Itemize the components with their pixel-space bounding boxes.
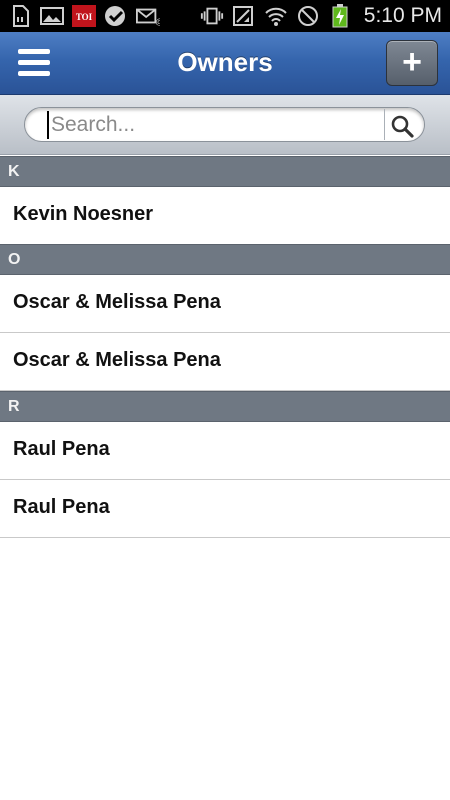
page-title: Owners <box>177 47 273 77</box>
gallery-icon <box>40 5 64 27</box>
wifi-icon <box>264 5 288 27</box>
search-field <box>24 107 425 142</box>
list-item[interactable]: Kevin Noesner <box>0 187 450 245</box>
list-item[interactable]: Oscar & Melissa Pena <box>0 333 450 391</box>
blocked-icon <box>296 5 320 27</box>
search-divider <box>384 109 385 140</box>
vibrate-icon <box>200 5 224 27</box>
email-icon: @ <box>136 5 160 27</box>
list-item[interactable]: Oscar & Melissa Pena <box>0 275 450 333</box>
search-input[interactable] <box>47 111 377 139</box>
app-header: Owners <box>0 32 450 95</box>
system-icons: 5:10 PM <box>200 4 442 28</box>
owner-name: Raul Pena <box>13 438 110 460</box>
add-owner-button[interactable]: + <box>386 40 438 86</box>
owner-name: Oscar & Melissa Pena <box>13 291 221 313</box>
no-signal-icon <box>232 5 256 27</box>
search-icon[interactable] <box>389 113 417 139</box>
notification-icons: TOI @ <box>8 5 160 27</box>
battery-charging-icon <box>328 4 352 28</box>
check-badge-icon <box>104 5 128 27</box>
section-header-o: O <box>0 244 450 275</box>
status-bar: TOI @ 5:10 PM <box>0 0 450 32</box>
owner-name: Kevin Noesner <box>13 203 154 225</box>
owner-name: Raul Pena <box>13 496 110 518</box>
owner-name: Oscar & Melissa Pena <box>13 349 221 371</box>
section-header-k: K <box>0 156 450 187</box>
section-header-r: R <box>0 391 450 422</box>
sd-card-icon <box>8 5 32 27</box>
svg-text:@: @ <box>155 16 160 26</box>
list-item[interactable]: Raul Pena <box>0 422 450 480</box>
clock: 5:10 PM <box>363 4 442 27</box>
search-bar <box>0 95 450 155</box>
list-item[interactable]: Raul Pena <box>0 480 450 538</box>
svg-text:TOI: TOI <box>76 12 93 22</box>
toi-app-icon: TOI <box>72 5 96 27</box>
